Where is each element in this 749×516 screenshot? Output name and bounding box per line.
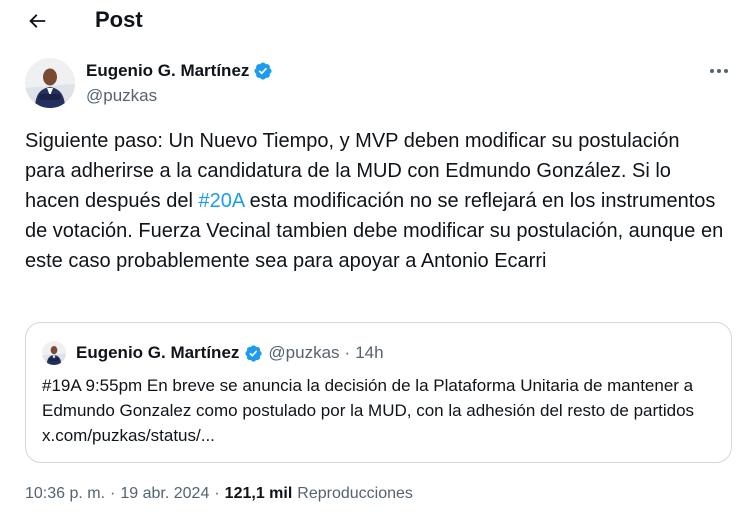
views-count: 121,1 mil [224, 485, 293, 502]
top-bar: Post [0, 0, 749, 42]
author-avatar[interactable] [25, 58, 75, 108]
views-label: Reproducciones [297, 485, 413, 502]
separator-dot: · [110, 485, 116, 502]
separator-dot: · [214, 485, 220, 502]
back-button[interactable] [22, 6, 52, 36]
post-date[interactable]: 19 abr. 2024 [120, 485, 209, 503]
quote-text: #19A 9:55pm En breve se anuncia la decis… [42, 376, 695, 445]
separator-dot: · [344, 343, 351, 362]
verified-badge-icon[interactable] [253, 61, 273, 81]
quote-author-handle: @puzkas [268, 343, 340, 362]
post-time[interactable]: 10:36 p. m. [25, 485, 105, 503]
verified-badge-icon [245, 344, 263, 362]
author-handle[interactable]: @puzkas [86, 86, 157, 106]
quote-timestamp: 14h [355, 343, 384, 362]
tweet-text: Siguiente paso: Un Nuevo Tiempo, y MVP d… [25, 126, 725, 276]
quoted-tweet-card[interactable]: Eugenio G. Martínez @puzkas · 14h #19A 9… [25, 322, 732, 463]
arrow-left-icon [29, 14, 46, 28]
quote-author-avatar [42, 341, 66, 365]
more-horizontal-icon [710, 69, 728, 73]
author-name-row: Eugenio G. Martínez [86, 61, 273, 81]
quote-author-name: Eugenio G. Martínez [76, 343, 240, 362]
more-options-button[interactable] [704, 60, 734, 82]
page-title: Post [95, 7, 143, 32]
hashtag-link[interactable]: #20A [198, 190, 244, 212]
quote-header: Eugenio G. Martínez @puzkas · 14h [76, 343, 384, 363]
post-metadata: 10:36 p. m. · 19 abr. 2024 · 121,1 mil R… [25, 485, 413, 503]
author-name[interactable]: Eugenio G. Martínez [86, 61, 249, 81]
